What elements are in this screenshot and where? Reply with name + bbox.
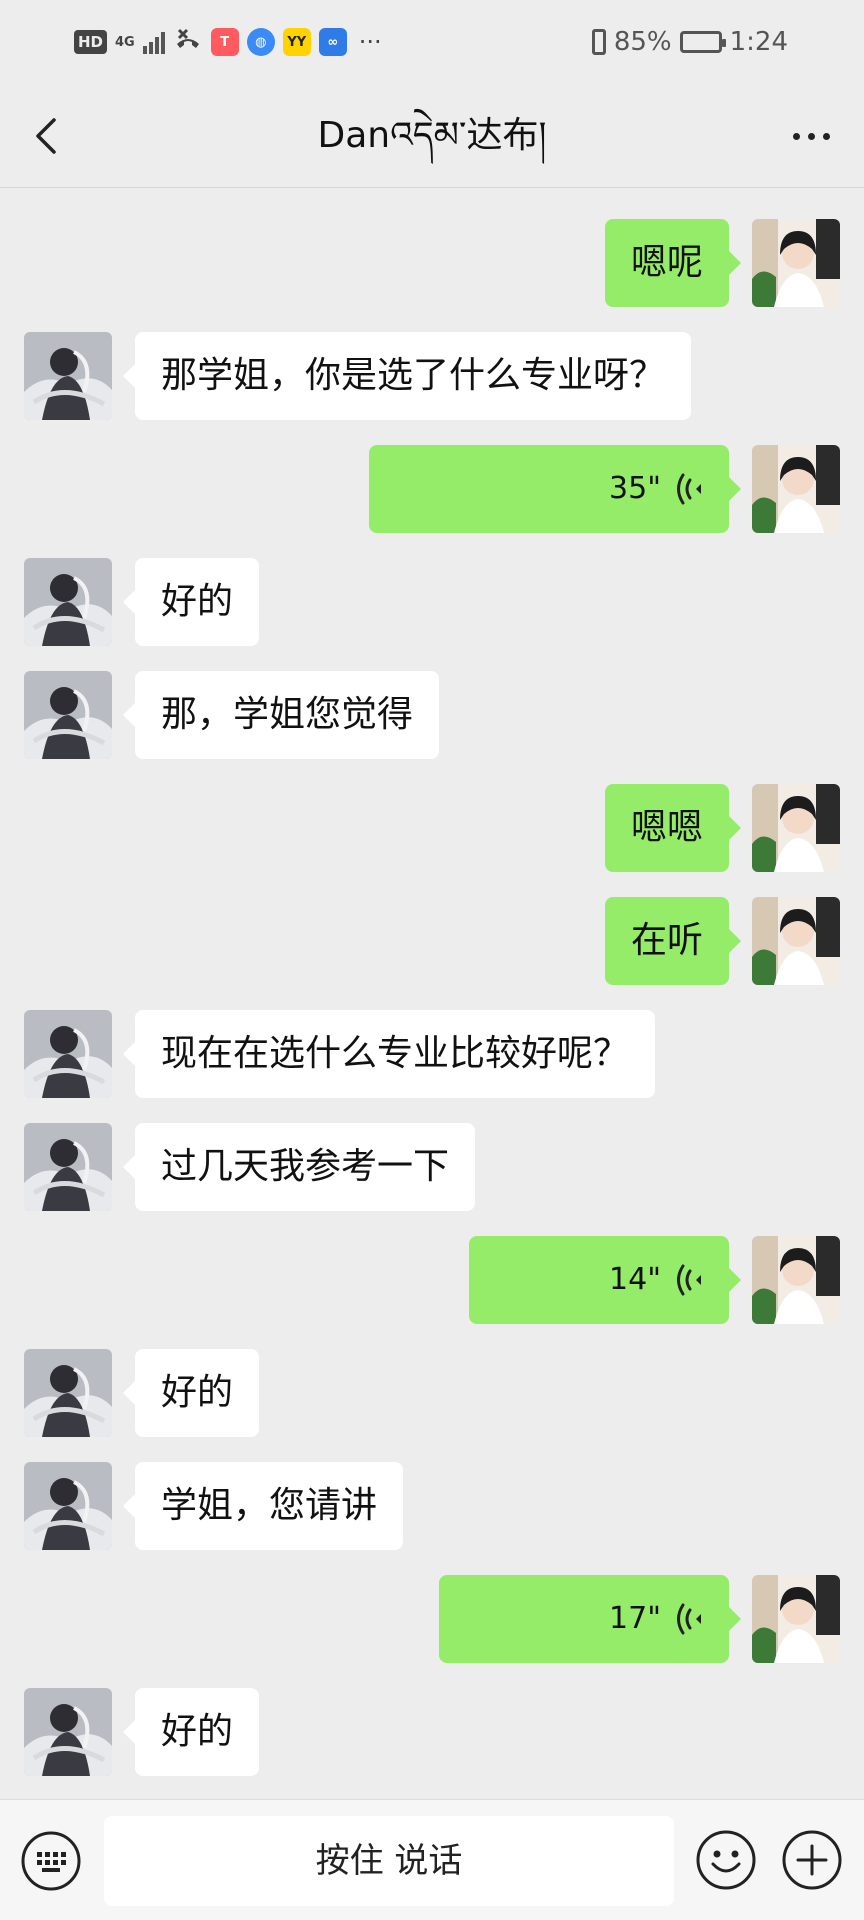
battery-icon bbox=[679, 31, 726, 53]
contact-avatar[interactable] bbox=[24, 1349, 112, 1437]
message-bubble[interactable]: 嗯嗯 bbox=[604, 784, 742, 872]
input-bar: 按住 说话 bbox=[0, 1799, 864, 1920]
message-row: 14" bbox=[0, 1236, 864, 1324]
emoji-icon bbox=[696, 1830, 756, 1890]
message-row: 17" bbox=[0, 1575, 864, 1663]
message-row: 那学姐，你是选了什么专业呀？ bbox=[0, 332, 864, 420]
more-button[interactable] bbox=[780, 112, 842, 160]
chevron-left-icon bbox=[36, 118, 56, 154]
status-icons-left: HD 4G T ◍ YY ∞ ··· bbox=[74, 26, 382, 58]
message-row: 嗯呢 bbox=[0, 219, 864, 307]
voice-wave-icon bbox=[677, 473, 701, 505]
message-row: 现在在选什么专业比较好呢？ bbox=[0, 1010, 864, 1098]
voice-message-bubble[interactable]: 35" bbox=[369, 445, 741, 533]
more-icon-dot bbox=[822, 132, 830, 140]
message-list[interactable]: 嗯呢 那学姐，你是选了什么专业呀？ 35" 好的 那，学姐您觉得 嗯嗯 在听 现在在选什么专业… bbox=[0, 189, 864, 1799]
message-bubble[interactable]: 那学姐，你是选了什么专业呀？ bbox=[122, 332, 692, 420]
my-avatar[interactable] bbox=[752, 784, 840, 872]
my-avatar[interactable] bbox=[752, 445, 840, 533]
signal-icon bbox=[142, 30, 165, 54]
voice-duration: 35" bbox=[609, 471, 661, 506]
message-bubble[interactable]: 嗯呢 bbox=[604, 219, 742, 307]
my-avatar[interactable] bbox=[752, 1236, 840, 1324]
message-bubble[interactable]: 好的 bbox=[122, 1349, 260, 1437]
status-bar: HD 4G T ◍ YY ∞ ··· 85% 1:24 bbox=[0, 0, 864, 84]
message-text: 嗯嗯 bbox=[630, 807, 703, 848]
message-row: 过几天我参考一下 bbox=[0, 1123, 864, 1211]
message-bubble[interactable]: 现在在选什么专业比较好呢？ bbox=[122, 1010, 656, 1098]
more-functions-button[interactable] bbox=[780, 1828, 844, 1892]
message-row: 在听 bbox=[0, 897, 864, 985]
app-icon-1: T bbox=[210, 28, 239, 56]
contact-avatar[interactable] bbox=[24, 1688, 112, 1776]
message-text: 那，学姐您觉得 bbox=[161, 694, 414, 735]
app-icon-2: ◍ bbox=[246, 28, 275, 56]
my-avatar[interactable] bbox=[752, 1575, 840, 1663]
message-row: 好的 bbox=[0, 558, 864, 646]
my-avatar[interactable] bbox=[752, 219, 840, 307]
voice-message-bubble[interactable]: 17" bbox=[439, 1575, 741, 1663]
network-type: 4G bbox=[115, 34, 135, 50]
message-text: 学姐，您请讲 bbox=[161, 1485, 378, 1526]
message-bubble[interactable]: 学姐，您请讲 bbox=[122, 1462, 404, 1550]
more-icon-dot bbox=[792, 132, 800, 140]
voice-wave-icon bbox=[677, 1603, 701, 1635]
message-row: 好的 bbox=[0, 1688, 864, 1776]
message-bubble[interactable]: 在听 bbox=[604, 897, 742, 985]
message-text: 嗯呢 bbox=[630, 242, 703, 283]
more-notifications-icon: ··· bbox=[358, 28, 382, 56]
contact-avatar[interactable] bbox=[24, 671, 112, 759]
message-text: 那学姐，你是选了什么专业呀？ bbox=[161, 355, 666, 396]
app-icon-3: ∞ bbox=[318, 28, 347, 56]
voice-duration: 17" bbox=[609, 1601, 661, 1636]
hd-indicator: HD bbox=[74, 30, 108, 54]
plus-icon bbox=[782, 1830, 842, 1890]
message-row: 学姐，您请讲 bbox=[0, 1462, 864, 1550]
contact-avatar[interactable] bbox=[24, 1462, 112, 1550]
keyboard-icon bbox=[21, 1831, 81, 1891]
voice-wave-icon bbox=[677, 1264, 701, 1296]
hold-to-talk-button[interactable]: 按住 说话 bbox=[104, 1816, 674, 1906]
message-bubble[interactable]: 过几天我参考一下 bbox=[122, 1123, 476, 1211]
yy-icon: YY bbox=[282, 28, 311, 56]
message-bubble[interactable]: 好的 bbox=[122, 1688, 260, 1776]
emoji-button[interactable] bbox=[694, 1828, 758, 1892]
keyboard-toggle-button[interactable] bbox=[20, 1830, 82, 1892]
message-text: 好的 bbox=[161, 1372, 234, 1413]
clock: 1:24 bbox=[729, 27, 788, 57]
missed-call-icon bbox=[173, 26, 203, 58]
status-icons-right: 85% 1:24 bbox=[591, 24, 788, 60]
vibrate-icon bbox=[591, 29, 606, 55]
message-text: 好的 bbox=[161, 581, 234, 622]
my-avatar[interactable] bbox=[752, 897, 840, 985]
contact-avatar[interactable] bbox=[24, 1010, 112, 1098]
back-button[interactable] bbox=[24, 112, 72, 160]
message-bubble[interactable]: 那，学姐您觉得 bbox=[122, 671, 440, 759]
message-row: 嗯嗯 bbox=[0, 784, 864, 872]
contact-avatar[interactable] bbox=[24, 332, 112, 420]
contact-avatar[interactable] bbox=[24, 1123, 112, 1211]
chat-header: Danའདེམ་达布། bbox=[0, 84, 864, 188]
message-row: 好的 bbox=[0, 1349, 864, 1437]
voice-message-bubble[interactable]: 14" bbox=[469, 1236, 741, 1324]
more-icon-dot bbox=[807, 132, 815, 140]
contact-avatar[interactable] bbox=[24, 558, 112, 646]
message-text: 好的 bbox=[161, 1711, 234, 1752]
message-row: 那，学姐您觉得 bbox=[0, 671, 864, 759]
message-text: 现在在选什么专业比较好呢？ bbox=[161, 1033, 630, 1074]
voice-duration: 14" bbox=[609, 1262, 661, 1297]
message-row: 35" bbox=[0, 445, 864, 533]
chat-title: Danའདེམ་达布། bbox=[317, 115, 547, 156]
message-text: 过几天我参考一下 bbox=[161, 1146, 450, 1187]
battery-percent: 85% bbox=[613, 27, 672, 57]
message-bubble[interactable]: 好的 bbox=[122, 558, 260, 646]
message-text: 在听 bbox=[630, 920, 703, 961]
